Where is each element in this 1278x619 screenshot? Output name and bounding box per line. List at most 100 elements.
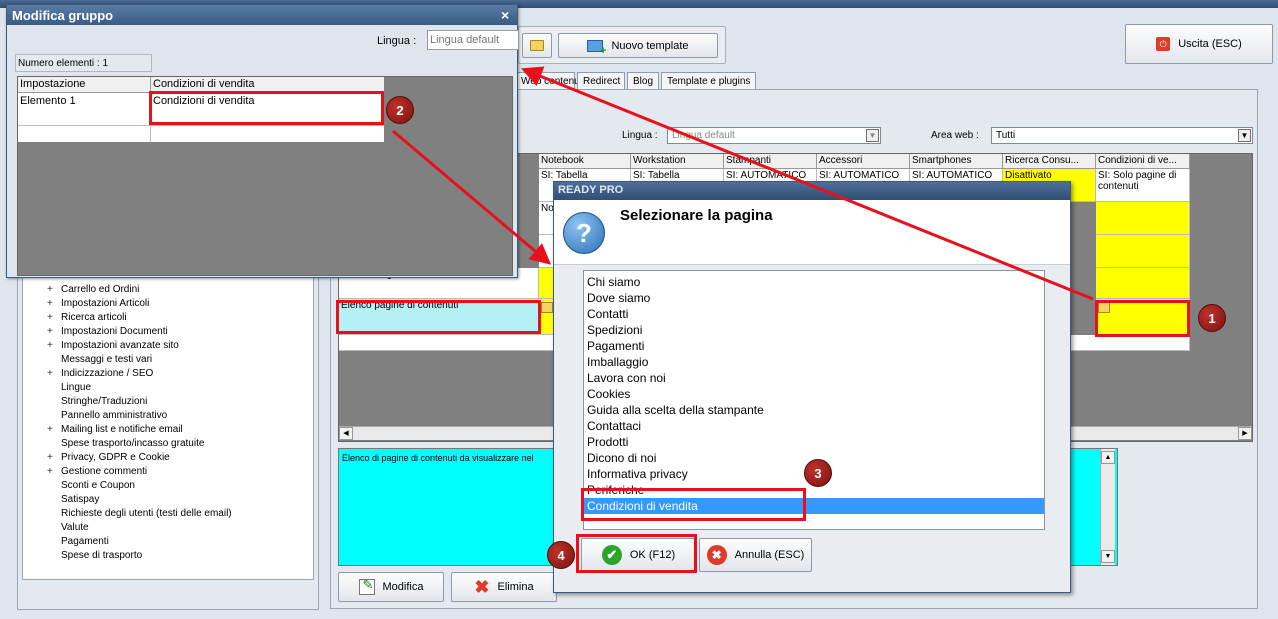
tree-item[interactable]: + Carrello ed Ordini bbox=[47, 283, 313, 297]
grid-cell[interactable] bbox=[1096, 235, 1190, 268]
annotation-marker-1: 1 bbox=[1198, 304, 1226, 332]
scroll-left-icon[interactable]: ◀ bbox=[339, 427, 353, 440]
expand-icon[interactable]: + bbox=[47, 465, 55, 479]
tree-item[interactable]: Spese trasporto/incasso gratuite bbox=[47, 437, 313, 451]
grid-cell[interactable]: SI: Solo pagine di contenuti bbox=[1096, 169, 1190, 202]
tree-item-label: Spese trasporto/incasso gratuite bbox=[61, 438, 205, 449]
annotation-box-1 bbox=[1095, 300, 1190, 337]
uscita-label: Uscita (ESC) bbox=[1178, 38, 1242, 50]
description-scrollbar[interactable]: ▲ ▼ bbox=[1100, 449, 1115, 565]
nuovo-template-button[interactable]: + Nuovo template bbox=[558, 33, 718, 58]
tree-item[interactable]: Pagamenti bbox=[47, 535, 313, 549]
tab-template-plugins[interactable]: Template e plugins bbox=[661, 72, 756, 90]
tab-blog[interactable]: Blog bbox=[627, 72, 659, 90]
area-web-select[interactable]: Tutti ▼ bbox=[991, 127, 1253, 144]
lingua-select[interactable]: Lingua default ▼ bbox=[667, 127, 881, 144]
tree-item-label: Messaggi e testi vari bbox=[61, 354, 153, 365]
grid-header-notebook[interactable]: Notebook bbox=[539, 154, 631, 169]
tree-item[interactable]: + Indicizzazione / SEO bbox=[47, 367, 313, 381]
scroll-up-icon[interactable]: ▲ bbox=[1101, 451, 1115, 464]
page-list-item[interactable]: Contatti bbox=[584, 306, 1044, 322]
page-list-item[interactable]: Chi siamo bbox=[584, 274, 1044, 290]
tree-item[interactable]: Satispay bbox=[47, 493, 313, 507]
expand-icon[interactable]: + bbox=[47, 367, 55, 381]
scroll-down-icon[interactable]: ▼ bbox=[1101, 550, 1115, 563]
annotation-marker-4: 4 bbox=[547, 541, 575, 569]
tree-item[interactable]: Stringhe/Traduzioni bbox=[47, 395, 313, 409]
expand-icon[interactable]: + bbox=[47, 339, 55, 353]
chevron-down-icon: ▼ bbox=[1238, 129, 1251, 142]
page-list-item[interactable]: Imballaggio bbox=[584, 354, 1044, 370]
tree-item[interactable]: + Impostazioni avanzate sito bbox=[47, 339, 313, 353]
tree-item-label: Mailing list e notifiche email bbox=[61, 424, 183, 435]
close-icon[interactable]: × bbox=[501, 7, 509, 23]
grid-cell[interactable] bbox=[1096, 202, 1190, 235]
page-list-item[interactable]: Pagamenti bbox=[584, 338, 1044, 354]
tree-item[interactable]: + Impostazioni Documenti bbox=[47, 325, 313, 339]
tree-item[interactable]: + Gestione commenti bbox=[47, 465, 313, 479]
expand-icon[interactable]: + bbox=[47, 451, 55, 465]
tree-item[interactable]: Sconti e Coupon bbox=[47, 479, 313, 493]
area-web-select-value: Tutti bbox=[996, 130, 1016, 141]
page-list-item[interactable]: Guida alla scelta della stampante bbox=[584, 402, 1044, 418]
expand-icon[interactable]: + bbox=[47, 423, 55, 437]
mg-lingua-label: Lingua : bbox=[377, 35, 417, 47]
annotation-box-3 bbox=[581, 488, 806, 521]
grid-header-smartphones[interactable]: Smartphones bbox=[910, 154, 1003, 169]
ready-pro-heading: Selezionare la pagina bbox=[620, 207, 773, 224]
scroll-right-icon[interactable]: ▶ bbox=[1238, 427, 1252, 440]
tree-item-label: Valute bbox=[61, 522, 89, 533]
expand-icon[interactable]: + bbox=[47, 311, 55, 325]
open-folder-button[interactable] bbox=[522, 33, 552, 58]
page-list-item[interactable]: Prodotti bbox=[584, 434, 1044, 450]
lingua-filter-label: Lingua : bbox=[622, 130, 658, 141]
tree-item[interactable]: Valute bbox=[47, 521, 313, 535]
annulla-button[interactable]: ✖ Annulla (ESC) bbox=[699, 538, 812, 572]
annotation-box-2 bbox=[149, 91, 384, 125]
expand-icon[interactable]: + bbox=[47, 325, 55, 339]
page-list-item[interactable]: Spedizioni bbox=[584, 322, 1044, 338]
tree-item[interactable]: + Ricerca articoli bbox=[47, 311, 313, 325]
grid-header-stampanti[interactable]: Stampanti bbox=[724, 154, 817, 169]
tree-item[interactable]: Pannello amministrativo bbox=[47, 409, 313, 423]
tree-item[interactable]: + Impostazioni Articoli bbox=[47, 297, 313, 311]
annotation-marker-3: 3 bbox=[804, 459, 832, 487]
tab-redirect[interactable]: Redirect bbox=[577, 72, 625, 90]
page-list-item[interactable]: Dove siamo bbox=[584, 290, 1044, 306]
tab-web-contenuti[interactable]: Web contenuti bbox=[515, 72, 585, 90]
edit-group-icon[interactable] bbox=[541, 302, 553, 313]
grid-header-accessori[interactable]: Accessori bbox=[817, 154, 910, 169]
elimina-button[interactable]: ✖ Elimina bbox=[451, 572, 557, 602]
power-icon: ⏻ bbox=[1156, 37, 1171, 51]
mg-lingua-input[interactable] bbox=[427, 30, 519, 50]
annotation-box-elenco bbox=[336, 300, 541, 334]
tree-item-label: Spese di trasporto bbox=[61, 550, 143, 561]
grid-header-ricerca[interactable]: Ricerca Consu... bbox=[1003, 154, 1096, 169]
page-list-item[interactable]: Contattaci bbox=[584, 418, 1044, 434]
ready-pro-title: READY PRO bbox=[558, 184, 624, 196]
expand-icon[interactable]: + bbox=[47, 297, 55, 311]
tree-item[interactable]: + Privacy, GDPR e Cookie bbox=[47, 451, 313, 465]
elimina-label: Elimina bbox=[497, 581, 534, 593]
uscita-button[interactable]: ⏻ Uscita (ESC) bbox=[1125, 24, 1273, 64]
tab-web-contenuti-label: Web contenuti bbox=[521, 76, 585, 87]
tree-item[interactable]: Spese di trasporto bbox=[47, 549, 313, 563]
modifica-button[interactable]: ✎ Modifica bbox=[338, 572, 444, 602]
tree-item[interactable]: Lingue bbox=[47, 381, 313, 395]
grid-cell[interactable] bbox=[1096, 268, 1190, 299]
tree-item-label: Impostazioni Documenti bbox=[61, 326, 168, 337]
page-list-item[interactable]: Lavora con noi bbox=[584, 370, 1044, 386]
mg-header-impostazione[interactable]: Impostazione bbox=[18, 77, 151, 93]
page-list-item[interactable]: Cookies bbox=[584, 386, 1044, 402]
expand-icon[interactable]: + bbox=[47, 283, 55, 297]
tree-item[interactable]: + Mailing list e notifiche email bbox=[47, 423, 313, 437]
description-text: Elenco di pagine di contenuti da visuali… bbox=[342, 453, 534, 463]
tree-item-label: Impostazioni avanzate sito bbox=[61, 340, 179, 351]
tree-item[interactable]: Messaggi e testi vari bbox=[47, 353, 313, 367]
tree-item[interactable]: Richieste degli utenti (testi delle emai… bbox=[47, 507, 313, 521]
grid-header-condizioni[interactable]: Condizioni di ve... bbox=[1096, 154, 1190, 169]
tree-item-label: Stringhe/Traduzioni bbox=[61, 396, 148, 407]
ready-pro-dialog: READY PRO ? Selezionare la pagina Chi si… bbox=[553, 181, 1071, 593]
grid-header-workstation[interactable]: Workstation bbox=[631, 154, 724, 169]
nuovo-template-label: Nuovo template bbox=[611, 39, 689, 52]
